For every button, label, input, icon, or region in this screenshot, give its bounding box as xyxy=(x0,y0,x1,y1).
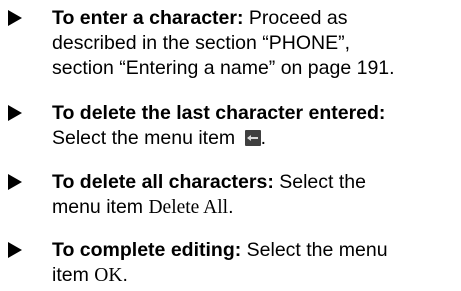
instruction-period: . xyxy=(260,127,267,149)
instruction-line: described in the section “PHONE”, xyxy=(52,32,351,54)
instruction-heading: To delete the last character entered: xyxy=(52,102,386,124)
instruction-line: section “Entering a name” on page 191. xyxy=(52,57,395,79)
instruction-heading: To delete all characters: xyxy=(52,171,274,193)
instruction-heading: To complete editing: xyxy=(52,239,242,261)
instruction-line: menu item Delete All. xyxy=(52,195,457,220)
bullet-arrow-icon xyxy=(8,10,22,26)
instruction-line: To complete editing: Select the menu xyxy=(52,238,457,263)
bullet-arrow-icon xyxy=(8,105,22,121)
instruction-body: item xyxy=(52,264,95,286)
instruction-body: Select the menu item xyxy=(52,127,241,149)
instruction-period: . xyxy=(122,264,128,286)
instruction-body: menu item xyxy=(52,196,149,218)
instruction-text: To delete the last character entered: Se… xyxy=(52,101,457,151)
instruction-line: To enter a character: Proceed as xyxy=(52,6,457,31)
instruction-body: Select the menu xyxy=(241,239,388,261)
bullet-arrow-icon xyxy=(8,174,22,190)
bullet-arrow-icon xyxy=(8,242,22,258)
instruction-line: To delete all characters: Select the xyxy=(52,170,457,195)
instruction-period: . xyxy=(228,196,234,218)
instruction-text: To enter a character: Proceed as describ… xyxy=(52,6,457,81)
instruction-list: To enter a character: Proceed as describ… xyxy=(0,0,461,291)
instruction-line: item OK. xyxy=(52,263,457,288)
instruction-text: To complete editing: Select the menu ite… xyxy=(52,238,457,288)
instruction-line: Select the menu item . xyxy=(52,126,457,151)
menu-item-name: Delete All xyxy=(148,197,229,218)
menu-item-name: OK xyxy=(94,265,123,286)
instruction-body: Proceed as xyxy=(243,7,348,29)
instruction-body: Select the xyxy=(273,171,366,193)
delete-last-character-icon xyxy=(244,130,261,146)
instruction-text: To delete all characters: Select the men… xyxy=(52,170,457,220)
instruction-heading: To enter a character: xyxy=(52,7,244,29)
